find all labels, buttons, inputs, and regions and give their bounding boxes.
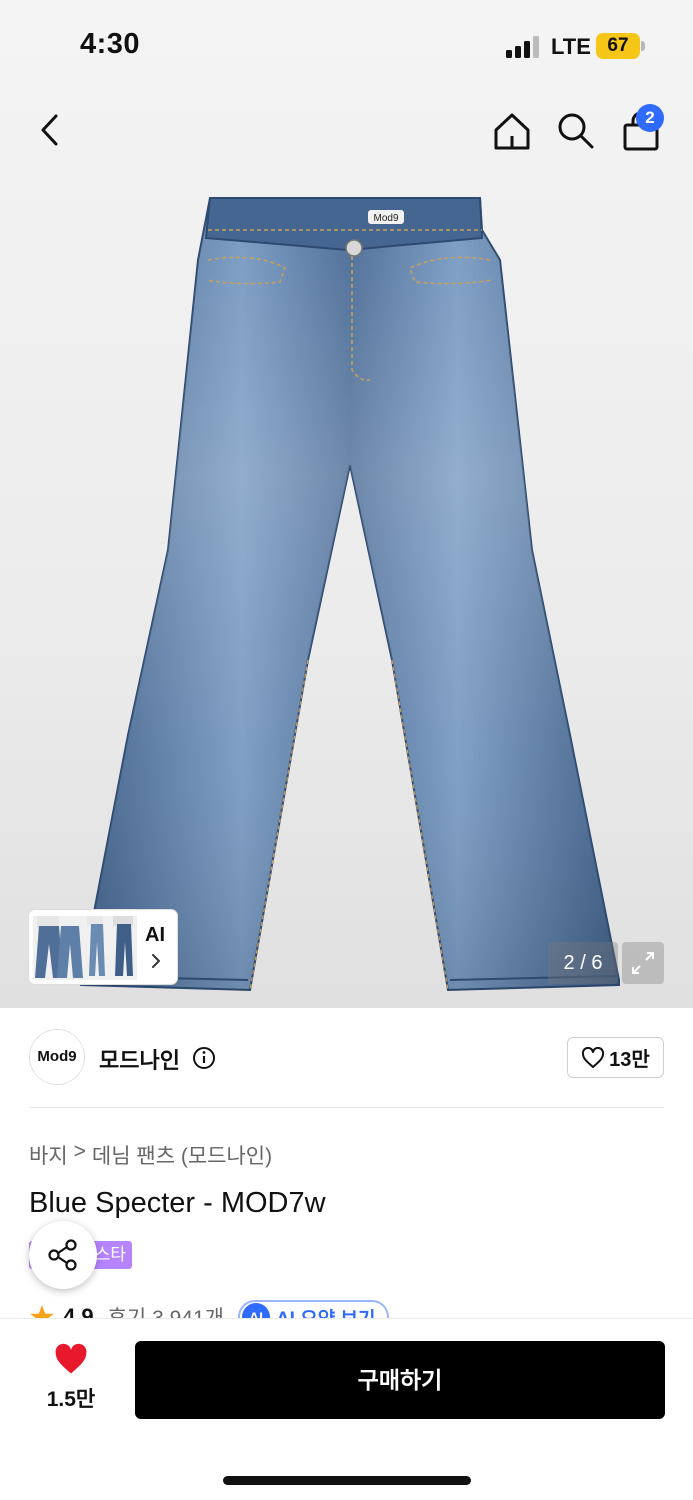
- brand-like-count: 13만: [609, 1049, 650, 1071]
- bottom-action-bar: 1.5만 구매하기: [0, 1318, 693, 1500]
- brand-name[interactable]: 모드나인: [99, 1043, 180, 1075]
- back-button[interactable]: [30, 106, 70, 154]
- search-icon: [558, 113, 594, 149]
- expand-image-button[interactable]: [622, 942, 664, 984]
- wishlist-count: 1.5만: [46, 1388, 96, 1411]
- wishlist-button[interactable]: 1.5만: [36, 1343, 106, 1413]
- share-button[interactable]: [29, 1221, 97, 1289]
- breadcrumb-subcategory[interactable]: 데님 팬츠 (모드나인): [92, 1140, 272, 1170]
- ai-try-on-card[interactable]: AI: [29, 910, 177, 984]
- rating-value: 4.9: [63, 1304, 94, 1318]
- review-count[interactable]: 후기 3,941개: [108, 1302, 224, 1318]
- top-navigation: [0, 100, 693, 160]
- breadcrumb-category[interactable]: 바지: [29, 1140, 68, 1170]
- chevron-left-icon: [41, 114, 58, 146]
- expand-icon: [632, 952, 654, 974]
- product-image-gallery[interactable]: 4:30 LTE 67 2 Mod9 AI 2 / 6: [0, 0, 693, 1008]
- info-icon[interactable]: [192, 1046, 216, 1070]
- rating-row: 4.9 후기 3,941개 AI AI 요약 보기: [29, 1298, 693, 1318]
- search-button[interactable]: [555, 108, 597, 154]
- home-icon: [494, 113, 530, 150]
- jeans-label-text: Mod9: [373, 213, 398, 224]
- chevron-right-icon: [152, 954, 160, 968]
- battery-level: 67: [607, 35, 629, 56]
- heart-outline-icon: [582, 1046, 605, 1068]
- breadcrumb-separator: >: [73, 1140, 86, 1163]
- share-icon: [48, 1239, 77, 1271]
- home-indicator: [223, 1476, 471, 1485]
- status-bar: 4:30 LTE 67: [0, 0, 693, 90]
- ai-thumbnail-image: [33, 916, 137, 980]
- battery-icon: 67: [596, 33, 646, 59]
- signal-icon: [506, 36, 539, 58]
- ai-label: AI: [145, 924, 165, 946]
- buy-button[interactable]: 구매하기: [135, 1341, 665, 1419]
- cart-count-badge: 2: [636, 104, 664, 132]
- ai-summary-button[interactable]: AI AI 요약 보기: [237, 1300, 390, 1319]
- network-type: LTE: [551, 34, 591, 59]
- breadcrumb: 바지 > 데님 팬츠 (모드나인): [29, 1140, 272, 1170]
- ai-badge-icon: AI: [241, 1303, 270, 1318]
- heart-filled-icon: [55, 1343, 87, 1374]
- ai-summary-label: AI 요약 보기: [276, 1304, 375, 1319]
- status-time: 4:30: [80, 28, 141, 60]
- brand-like-button[interactable]: 13만: [567, 1037, 664, 1078]
- brand-logo[interactable]: Mod9: [29, 1029, 85, 1085]
- star-icon: [30, 1305, 54, 1318]
- image-pager: 2 / 6: [548, 942, 618, 984]
- product-image: Mod9: [80, 197, 620, 992]
- product-title: Blue Specter - MOD7w: [29, 1187, 326, 1219]
- home-button[interactable]: [490, 108, 534, 154]
- divider: [29, 1107, 664, 1108]
